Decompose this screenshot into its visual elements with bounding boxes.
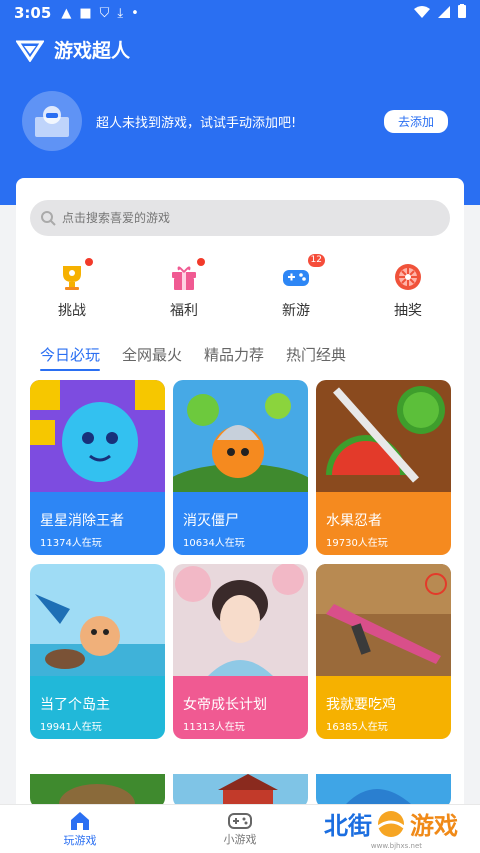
category-label: 抽奖: [394, 303, 422, 319]
app-bar: 游戏超人: [16, 36, 130, 63]
gamepad-icon: 12: [281, 254, 325, 292]
nav-play-games[interactable]: 玩游戏: [0, 805, 160, 853]
game-name: 女帝成长计划: [183, 697, 267, 713]
category-new-games[interactable]: 12 新游: [256, 254, 336, 320]
game-grid: 星星消除王者 11374人在玩 消灭僵尸 10634人在玩 水果忍者 19730…: [30, 380, 452, 808]
nav-label: 小游戏: [223, 833, 257, 846]
home-icon: [71, 812, 89, 830]
banner-message: 超人未找到游戏，试试手动添加吧!: [96, 115, 297, 131]
status-bar: 3:05 ▲ ■ ⛉ ⤓ •: [0, 0, 480, 26]
tab-today[interactable]: 今日必玩: [40, 344, 101, 371]
watermark-logo: 北街 游戏: [324, 806, 458, 841]
search-icon: [41, 211, 56, 226]
game-card[interactable]: [316, 748, 451, 808]
game-card[interactable]: [30, 748, 165, 808]
new-games-badge: 12: [307, 254, 325, 267]
game-players: 11313人在玩: [183, 722, 245, 733]
game-players: 19730人在玩: [326, 538, 388, 549]
game-players: 16385人在玩: [326, 722, 388, 733]
game-name: 消灭僵尸: [183, 513, 239, 529]
watermark-sun-icon: [377, 810, 405, 837]
game-thumbnail: [316, 380, 451, 492]
category-challenge[interactable]: 挑战: [32, 258, 112, 320]
signal-icon: [438, 4, 450, 22]
game-thumbnail: [173, 564, 308, 676]
game-card[interactable]: 我就要吃鸡 16385人在玩: [316, 564, 451, 739]
game-thumbnail: [30, 564, 165, 676]
search-input[interactable]: [62, 211, 442, 225]
category-label: 挑战: [58, 303, 86, 319]
game-card[interactable]: 消灭僵尸 10634人在玩: [173, 380, 308, 555]
dot-icon: •: [131, 5, 139, 21]
game-card[interactable]: 当了个岛主 19941人在玩: [30, 564, 165, 739]
shield-icon: ⛉: [99, 5, 110, 21]
logo-icon: [16, 40, 44, 62]
main-card: 挑战 福利: [16, 178, 464, 818]
game-card[interactable]: 女帝成长计划 11313人在玩: [173, 564, 308, 739]
battery-icon: [458, 4, 466, 22]
nav-mini-games[interactable]: 小游戏: [160, 805, 320, 853]
category-label: 福利: [170, 303, 198, 319]
tab-bar: 今日必玩 全网最火 精品力荐 热门经典: [40, 344, 346, 371]
game-box-icon: [22, 91, 82, 151]
game-thumbnail: [30, 774, 165, 808]
tab-recommended[interactable]: 精品力荐: [204, 344, 264, 371]
search-bar[interactable]: [30, 200, 450, 236]
add-game-button[interactable]: 去添加: [383, 109, 448, 133]
tab-hottest[interactable]: 全网最火: [122, 344, 182, 371]
game-thumbnail: [173, 774, 308, 808]
no-game-banner: 超人未找到游戏，试试手动添加吧! 去添加: [22, 90, 448, 152]
game-thumbnail: [316, 564, 451, 676]
game-thumbnail: [30, 380, 165, 492]
trophy-icon: [57, 258, 93, 292]
category-lottery[interactable]: 抽奖: [368, 262, 448, 320]
notification-icon: ■: [79, 5, 92, 21]
category-welfare[interactable]: 福利: [144, 258, 224, 320]
game-card[interactable]: 星星消除王者 11374人在玩: [30, 380, 165, 555]
category-row: 挑战 福利 12 新游 抽奖: [16, 254, 464, 320]
wifi-icon: [414, 4, 430, 22]
status-time: 3:05: [14, 4, 52, 22]
download-icon: ⤓: [117, 5, 124, 21]
wheel-icon: [393, 262, 423, 292]
watermark-url: www.bjhxs.net: [370, 842, 422, 850]
watermark-text-1: 北街: [324, 812, 372, 840]
alert-icon: ▲: [61, 5, 72, 21]
game-players: 19941人在玩: [40, 722, 102, 733]
tab-classic[interactable]: 热门经典: [286, 344, 346, 371]
game-card[interactable]: [173, 748, 308, 808]
game-thumbnail: [316, 774, 451, 808]
game-name: 星星消除王者: [40, 513, 124, 529]
game-card[interactable]: 水果忍者 19730人在玩: [316, 380, 451, 555]
game-thumbnail: [173, 380, 308, 492]
app-title: 游戏超人: [54, 40, 131, 62]
game-name: 当了个岛主: [40, 697, 110, 713]
game-players: 11374人在玩: [40, 538, 102, 549]
category-label: 新游: [282, 303, 310, 319]
watermark-text-2: 游戏: [410, 812, 458, 840]
game-name: 我就要吃鸡: [326, 697, 396, 713]
controller-icon: [228, 813, 252, 829]
nav-label: 玩游戏: [63, 834, 97, 847]
game-name: 水果忍者: [326, 513, 382, 529]
gift-icon: [169, 258, 205, 292]
game-players: 10634人在玩: [183, 538, 245, 549]
